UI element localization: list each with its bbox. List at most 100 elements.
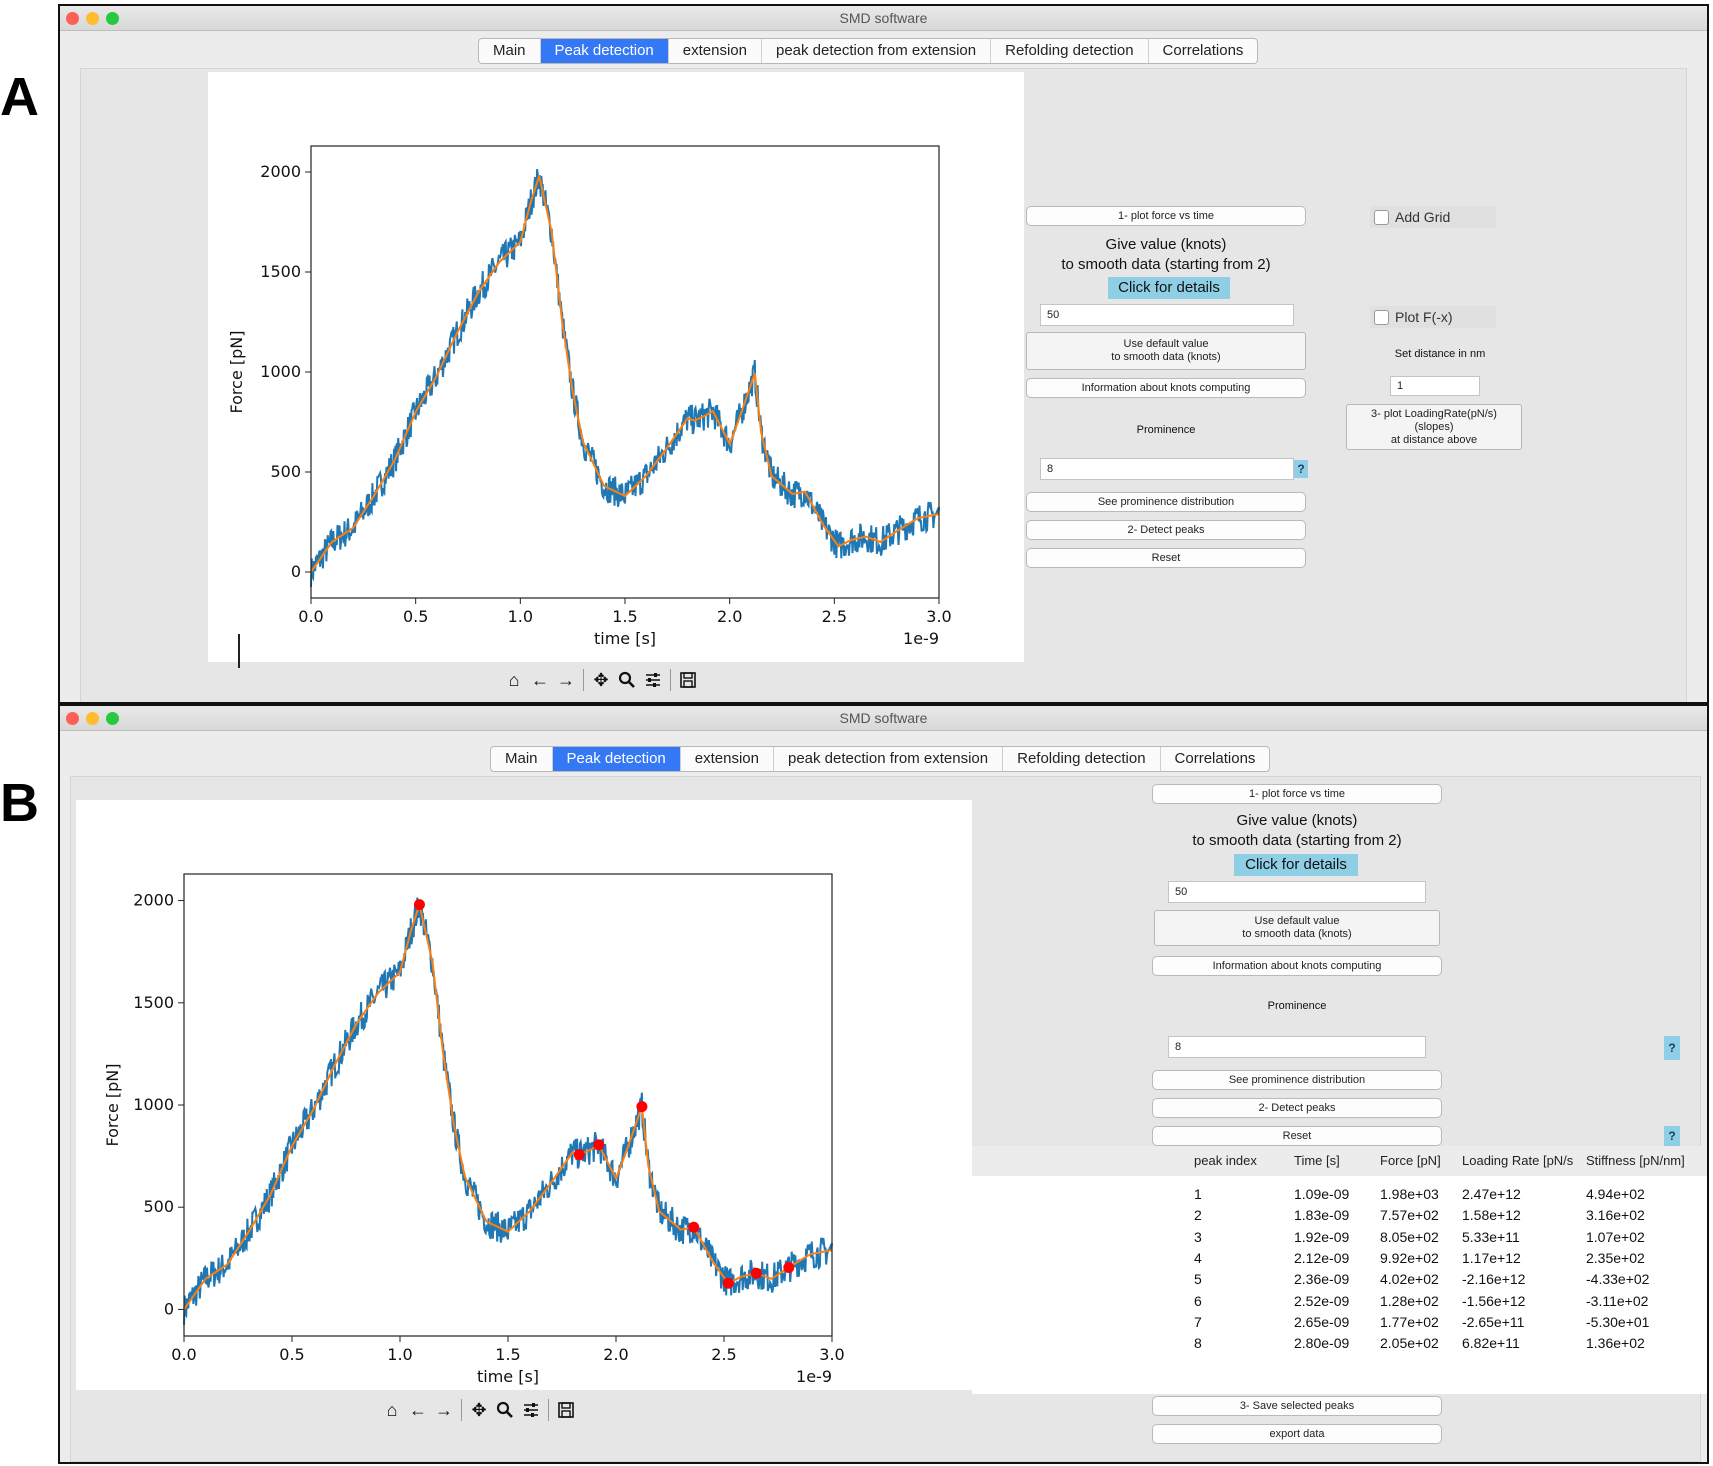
tab-refolding-detection[interactable]: Refolding detection bbox=[991, 39, 1149, 63]
loading-btn-line-1: 3- plot LoadingRate(pN/s) bbox=[1371, 407, 1497, 420]
plot-loading-rate-button[interactable]: 3- plot LoadingRate(pN/s) (slopes) at di… bbox=[1346, 404, 1522, 450]
zoom-window-button[interactable] bbox=[106, 712, 119, 725]
plot-canvas[interactable]: 0.0 0.5 1.0 1.5 2.0 2.5 3.0 0 500 1000 1500 2000 tim… bbox=[208, 72, 1024, 662]
prominence-distribution-button[interactable]: See prominence distribution bbox=[1152, 1070, 1442, 1090]
table-row[interactable]: 3 1.92e-09 8.05e+02 5.33e+11 1.07e+02 bbox=[972, 1229, 1707, 1249]
tab-peak-detection[interactable]: Peak detection bbox=[540, 39, 669, 63]
tab-refolding-detection[interactable]: Refolding detection bbox=[1003, 747, 1161, 771]
back-arrow-icon[interactable]: ← bbox=[528, 668, 552, 692]
peak-marker bbox=[750, 1267, 762, 1279]
loading-btn-line-3: at distance above bbox=[1390, 433, 1478, 446]
y-tick-label: 1000 bbox=[260, 362, 301, 381]
prominence-help-button[interactable]: ? bbox=[1664, 1036, 1680, 1060]
back-arrow-icon[interactable]: ← bbox=[406, 1398, 430, 1422]
plot-canvas[interactable]: 0.0 0.5 1.0 1.5 2.0 2.5 3.0 0 500 1000 1500 2000 tim… bbox=[76, 800, 972, 1390]
table-row[interactable]: 2 1.83e-09 7.57e+02 1.58e+12 3.16e+02 bbox=[972, 1207, 1707, 1227]
reset-button[interactable]: Reset bbox=[1152, 1126, 1442, 1146]
table-cell: 8 bbox=[1194, 1335, 1202, 1352]
prominence-distribution-button[interactable]: See prominence distribution bbox=[1026, 492, 1306, 512]
reset-button[interactable]: Reset bbox=[1026, 548, 1306, 568]
click-for-details-button[interactable]: Click for details bbox=[1108, 277, 1230, 299]
forward-arrow-icon[interactable]: → bbox=[432, 1398, 456, 1422]
use-default-knots-button[interactable]: Use default value to smooth data (knots) bbox=[1154, 910, 1440, 946]
plot-force-vs-time-button[interactable]: 1- plot force vs time bbox=[1152, 784, 1442, 804]
minimize-window-button[interactable] bbox=[86, 712, 99, 725]
pan-icon[interactable]: ✥ bbox=[467, 1398, 491, 1422]
save-icon[interactable] bbox=[554, 1398, 578, 1422]
tab-peak-detection[interactable]: Peak detection bbox=[552, 747, 681, 771]
detect-peaks-button[interactable]: 2- Detect peaks bbox=[1152, 1098, 1442, 1118]
table-cell: 2.12e-09 bbox=[1294, 1249, 1350, 1266]
distance-input[interactable]: 1 bbox=[1390, 376, 1480, 396]
detect-peaks-button[interactable]: 2- Detect peaks bbox=[1026, 520, 1306, 540]
close-window-button[interactable] bbox=[66, 12, 79, 25]
floppy-glyph bbox=[558, 1402, 574, 1418]
minimize-window-button[interactable] bbox=[86, 12, 99, 25]
save-icon[interactable] bbox=[676, 668, 700, 692]
peaks-table: peak index Time [s] Force [pN] Loading R… bbox=[972, 1146, 1707, 1394]
column-header[interactable]: peak index bbox=[1194, 1153, 1257, 1168]
table-row[interactable]: 7 2.65e-09 1.77e+02 -2.65e+11 -5.30e+01 bbox=[972, 1313, 1707, 1334]
x-tick-label: 0.0 bbox=[171, 1345, 196, 1364]
save-selected-peaks-button[interactable]: 3- Save selected peaks bbox=[1152, 1396, 1442, 1416]
tab-peak-detection-from-extension[interactable]: peak detection from extension bbox=[762, 39, 992, 63]
table-cell: 4.02e+02 bbox=[1380, 1271, 1439, 1288]
column-header[interactable]: Time [s] bbox=[1294, 1153, 1340, 1168]
close-window-button[interactable] bbox=[66, 712, 79, 725]
tab-main[interactable]: Main bbox=[479, 39, 541, 63]
table-row[interactable]: 5 2.36e-09 4.02e+02 -2.16e+12 -4.33e+02 bbox=[972, 1271, 1707, 1291]
zoom-window-button[interactable] bbox=[106, 12, 119, 25]
smooth-prompt-line-2: to smooth data (starting from 2) bbox=[1192, 832, 1402, 849]
magnifier-glyph bbox=[618, 671, 635, 688]
click-for-details-button[interactable]: Click for details bbox=[1234, 854, 1358, 876]
plot-toolbar: ⌂ ← → ✥ bbox=[502, 668, 700, 692]
knots-input[interactable]: 50 bbox=[1040, 304, 1294, 326]
table-cell: 2 bbox=[1194, 1207, 1202, 1224]
table-cell: 2.05e+02 bbox=[1380, 1335, 1439, 1352]
zoom-icon[interactable] bbox=[615, 668, 639, 692]
subplots-icon[interactable] bbox=[641, 668, 665, 692]
tab-correlations[interactable]: Correlations bbox=[1149, 39, 1258, 63]
knots-info-button[interactable]: Information about knots computing bbox=[1152, 956, 1442, 976]
table-row[interactable]: 6 2.52e-09 1.28e+02 -1.56e+12 -3.11e+02 bbox=[972, 1293, 1707, 1313]
table-cell: 2.35e+02 bbox=[1586, 1249, 1645, 1266]
y-axis-label: Force [pN] bbox=[103, 1064, 122, 1147]
tab-correlations[interactable]: Correlations bbox=[1161, 747, 1270, 771]
home-icon[interactable]: ⌂ bbox=[502, 668, 526, 692]
tab-extension[interactable]: extension bbox=[681, 747, 774, 771]
table-cell: 7.57e+02 bbox=[1380, 1207, 1439, 1224]
tab-peak-detection-from-extension[interactable]: peak detection from extension bbox=[774, 747, 1004, 771]
reset-help-button[interactable]: ? bbox=[1664, 1126, 1680, 1146]
knots-input[interactable]: 50 bbox=[1168, 881, 1426, 903]
zoom-icon[interactable] bbox=[493, 1398, 517, 1422]
export-data-button[interactable]: export data bbox=[1152, 1424, 1442, 1444]
table-cell: 7 bbox=[1194, 1313, 1202, 1330]
table-row[interactable]: 4 2.12e-09 9.92e+02 1.17e+12 2.35e+02 bbox=[972, 1249, 1707, 1270]
tab-main[interactable]: Main bbox=[491, 747, 553, 771]
add-grid-checkbox[interactable]: Add Grid bbox=[1370, 206, 1496, 228]
prominence-help-button[interactable]: ? bbox=[1294, 460, 1308, 478]
column-header[interactable]: Loading Rate [pN/s bbox=[1462, 1153, 1573, 1168]
plot-force-vs-time-button[interactable]: 1- plot force vs time bbox=[1026, 206, 1306, 226]
forward-arrow-icon[interactable]: → bbox=[554, 668, 578, 692]
home-icon[interactable]: ⌂ bbox=[380, 1398, 404, 1422]
knots-info-button[interactable]: Information about knots computing bbox=[1026, 378, 1306, 398]
prominence-input[interactable]: 8 bbox=[1168, 1036, 1426, 1058]
table-row[interactable]: 1 1.09e-09 1.98e+03 2.47e+12 4.94e+02 bbox=[972, 1186, 1707, 1206]
tab-bar: Main Peak detection extension peak detec… bbox=[478, 38, 1259, 64]
column-header[interactable]: Force [pN] bbox=[1380, 1153, 1441, 1168]
x-tick-label: 0.5 bbox=[279, 1345, 304, 1364]
x-tick-label: 2.0 bbox=[717, 607, 742, 626]
use-default-knots-button[interactable]: Use default value to smooth data (knots) bbox=[1026, 332, 1306, 370]
pan-icon[interactable]: ✥ bbox=[589, 668, 613, 692]
x-axis-label: time [s] bbox=[594, 629, 656, 648]
title-bar: SMD software bbox=[60, 6, 1707, 31]
toolbar-separator bbox=[548, 1399, 549, 1421]
column-header[interactable]: Stiffness [pN/nm] bbox=[1586, 1153, 1685, 1168]
peak-marker bbox=[636, 1101, 648, 1113]
tab-extension[interactable]: extension bbox=[669, 39, 762, 63]
table-row[interactable]: 8 2.80e-09 2.05e+02 6.82e+11 1.36e+02 bbox=[972, 1335, 1707, 1355]
plot-fx-checkbox[interactable]: Plot F(-x) bbox=[1370, 306, 1496, 328]
subplots-icon[interactable] bbox=[519, 1398, 543, 1422]
prominence-input[interactable]: 8 bbox=[1040, 458, 1294, 480]
